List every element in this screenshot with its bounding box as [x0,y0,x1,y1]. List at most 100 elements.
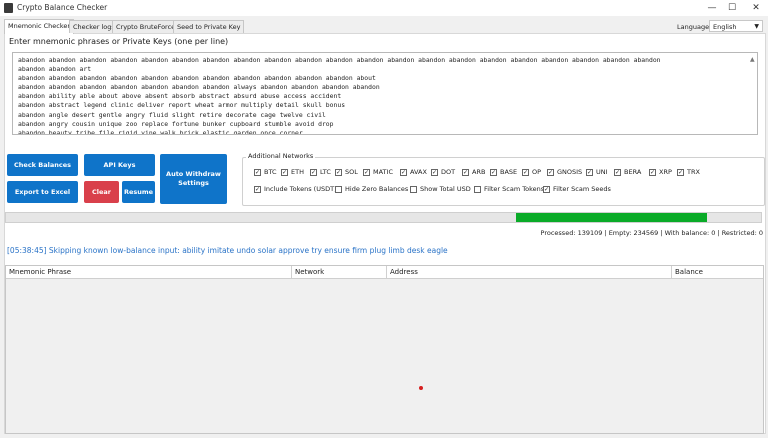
option-label: Show Total USD [420,185,471,193]
checkbox-check-icon: ✓ [649,168,656,176]
checkbox-check-icon: ✓ [586,168,593,176]
check-balances-button[interactable]: Check Balances [7,154,78,176]
network-checkbox-trx[interactable]: ✓ TRX [677,168,700,176]
checkbox-check-icon: ✓ [677,168,684,176]
language-select[interactable]: English ▼ [709,20,763,32]
language-value: English [713,23,737,31]
network-label: ETH [291,168,304,176]
tab-mnemonic-checker[interactable]: Mnemonic Checker [4,19,75,34]
network-checkbox-dot[interactable]: ✓ DOT [431,168,455,176]
chevron-down-icon: ▼ [754,23,759,30]
mnemonic-line: abandon beauty tribe file rigid vine wal… [18,128,303,135]
network-label: TRX [687,168,700,176]
column-network[interactable]: Network [292,266,387,278]
clear-button[interactable]: Clear [84,181,119,203]
results-table[interactable]: Mnemonic Phrase Network Address Balance [5,265,764,434]
network-checkbox-base[interactable]: ✓ BASE [490,168,517,176]
input-prompt: Enter mnemonic phrases or Private Keys (… [9,37,229,46]
checkbox-check-icon: ✓ [490,168,497,176]
checkbox-check-icon [410,185,417,193]
additional-networks-group [242,157,765,206]
checkbox-check-icon: ✓ [431,168,438,176]
network-label: OP [532,168,542,176]
network-checkbox-avax[interactable]: ✓ AVAX [400,168,427,176]
progress-fill [515,213,708,222]
mnemonic-line: abandon abandon abandon abandon abandon … [18,83,380,92]
option-label: Include Tokens (USDT) [264,185,337,193]
network-checkbox-op[interactable]: ✓ OP [522,168,541,176]
auto-withdraw-settings-button[interactable]: Auto Withdraw Settings [160,154,227,204]
network-checkbox-xrp[interactable]: ✓ XRP [649,168,672,176]
mnemonic-line: abandon abandon abandon abandon abandon … [18,56,661,64]
stats-text: Processed: 139109 | Empty: 234569 | With… [540,229,763,237]
app-icon [4,3,13,13]
column-mnemonic-phrase[interactable]: Mnemonic Phrase [6,266,292,278]
mnemonic-line: abandon angry cousin unique zoo replace … [18,119,334,128]
mnemonic-line: abandon abandon abandon abandon abandon … [18,74,376,83]
option-label: Filter Scam Tokens [484,185,545,193]
network-label: XRP [659,168,672,176]
network-label: DOT [441,168,456,176]
network-label: SOL [345,168,358,176]
additional-networks-title: Additional Networks [246,152,316,160]
maximize-button[interactable]: ☐ [720,1,744,15]
checkbox-check-icon: ✓ [400,168,407,176]
log-line: [05:38:45] Skipping known low-balance in… [7,246,448,255]
option-checkbox[interactable]: Filter Scam Tokens [474,185,544,193]
checkbox-check-icon: ✓ [462,168,469,176]
table-header: Mnemonic Phrase Network Address Balance [6,266,763,279]
api-keys-button[interactable]: API Keys [84,154,155,176]
network-checkbox-arb[interactable]: ✓ ARB [462,168,485,176]
network-checkbox-ltc[interactable]: ✓ LTC [310,168,331,176]
mnemonic-line: abandon ability able about above absent … [18,92,342,101]
network-checkbox-sol[interactable]: ✓ SOL [335,168,358,176]
mnemonic-input[interactable]: abandon abandon abandon abandon abandon … [12,52,758,135]
checkbox-check-icon: ✓ [254,185,261,193]
network-label: UNI [596,168,608,176]
mnemonic-line: abandon abstract legend clinic deliver r… [18,101,346,110]
scroll-up-icon[interactable]: ▲ [750,56,756,66]
network-checkbox-btc[interactable]: ✓ BTC [254,168,277,176]
network-label: BERA [624,168,642,176]
checkbox-check-icon: ✓ [281,168,288,176]
checkbox-check-icon: ✓ [522,168,529,176]
title-bar: Crypto Balance Checker — ☐ ✕ [0,0,768,16]
tab-crypto-bruteforce[interactable]: Crypto BruteForce [112,20,180,33]
option-label: Filter Scam Seeds [553,185,611,193]
checkbox-check-icon [335,185,342,193]
checkbox-check-icon: ✓ [614,168,621,176]
network-checkbox-gnosis[interactable]: ✓ GNOSIS [547,168,582,176]
network-label: MATIC [373,168,393,176]
network-label: LTC [320,168,331,176]
option-checkbox[interactable]: Show Total USD [410,185,471,193]
close-button[interactable]: ✕ [744,1,768,15]
network-checkbox-bera[interactable]: ✓ BERA [614,168,641,176]
column-address[interactable]: Address [387,266,672,278]
progress-bar [5,212,762,223]
checkbox-check-icon: ✓ [363,168,370,176]
network-label: ARB [472,168,486,176]
network-checkbox-uni[interactable]: ✓ UNI [586,168,608,176]
language-label: Language [677,23,710,31]
checkbox-check-icon: ✓ [254,168,261,176]
checkbox-check-icon: ✓ [547,168,554,176]
checkbox-check-icon: ✓ [335,168,342,176]
network-label: BTC [264,168,277,176]
tab-seed-to-private-key[interactable]: Seed to Private Key [173,20,245,33]
checkbox-check-icon: ✓ [543,185,550,193]
mnemonic-line: abandon angle desert gentle angry fluid … [18,110,326,119]
mnemonic-line: abandon abandon art [18,65,92,74]
option-checkbox[interactable]: Hide Zero Balances [335,185,408,193]
checkbox-check-icon: ✓ [310,168,317,176]
resume-button[interactable]: Resume [122,181,155,203]
option-checkbox[interactable]: ✓ Include Tokens (USDT) [254,185,337,193]
network-label: GNOSIS [557,168,583,176]
column-balance[interactable]: Balance [672,266,765,278]
option-checkbox[interactable]: ✓ Filter Scam Seeds [543,185,611,193]
network-label: AVAX [410,168,427,176]
network-checkbox-eth[interactable]: ✓ ETH [281,168,304,176]
network-checkbox-matic[interactable]: ✓ MATIC [363,168,393,176]
red-dot-marker [419,386,423,390]
mnemonic-input-lines: abandon abandon abandon abandon abandon … [18,56,661,135]
export-to-excel-button[interactable]: Export to Excel [7,181,78,203]
